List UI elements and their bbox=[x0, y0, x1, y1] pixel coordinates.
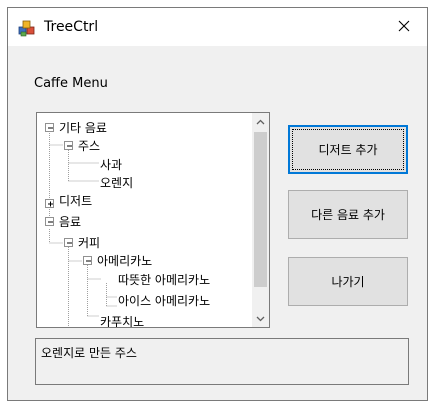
collapse-icon[interactable] bbox=[83, 256, 92, 265]
tree-item[interactable]: 카푸치노 bbox=[100, 313, 144, 327]
description-box: 오렌지로 만든 주스 bbox=[35, 338, 409, 385]
collapse-icon[interactable] bbox=[45, 217, 54, 226]
tree-item[interactable]: 기타 음료 bbox=[59, 119, 107, 137]
title-bar: TreeCtrl bbox=[8, 8, 427, 46]
expand-icon[interactable] bbox=[45, 199, 54, 208]
menu-caption: Caffe Menu bbox=[34, 76, 108, 91]
tree-item[interactable]: 디저트 bbox=[59, 192, 92, 210]
tree-item[interactable]: 사과 bbox=[100, 156, 122, 174]
tree-item[interactable]: 따뜻한 아메리카노 bbox=[118, 271, 210, 289]
focus-rect bbox=[292, 129, 404, 170]
close-icon bbox=[398, 20, 410, 35]
menu-tree[interactable]: 기타 음료 주스 사과 오렌지 디저트 음료 커피 아메리카노 따뜻한 아메리카… bbox=[36, 112, 270, 328]
app-window: TreeCtrl Caffe Menu 기타 음료 주스 사과 오렌지 디저트 … bbox=[7, 7, 428, 401]
tree-item[interactable]: 아메리카노 bbox=[97, 252, 152, 270]
window-title: TreeCtrl bbox=[44, 19, 99, 35]
tree-scrollbar[interactable] bbox=[252, 113, 269, 327]
tree-item[interactable]: 주스 bbox=[78, 137, 100, 155]
tree-item[interactable]: 커피 bbox=[78, 234, 100, 252]
app-cubes-icon bbox=[18, 19, 36, 37]
collapse-icon[interactable] bbox=[45, 123, 54, 132]
description-text: 오렌지로 만든 주스 bbox=[41, 346, 137, 360]
scroll-down-icon[interactable] bbox=[252, 310, 269, 327]
exit-button[interactable]: 나가기 bbox=[288, 257, 408, 306]
tree-item[interactable]: 오렌지 bbox=[100, 174, 133, 192]
close-button[interactable] bbox=[381, 8, 427, 46]
scroll-up-icon[interactable] bbox=[252, 113, 269, 130]
tree-item[interactable]: 아이스 아메리카노 bbox=[118, 292, 210, 310]
tree-item[interactable]: 음료 bbox=[59, 213, 81, 231]
collapse-icon[interactable] bbox=[64, 238, 73, 247]
add-dessert-button[interactable]: 디저트 추가 bbox=[288, 125, 408, 174]
add-other-drink-button[interactable]: 다른 음료 추가 bbox=[288, 190, 408, 239]
scrollbar-thumb[interactable] bbox=[254, 132, 267, 287]
collapse-icon[interactable] bbox=[64, 141, 73, 150]
